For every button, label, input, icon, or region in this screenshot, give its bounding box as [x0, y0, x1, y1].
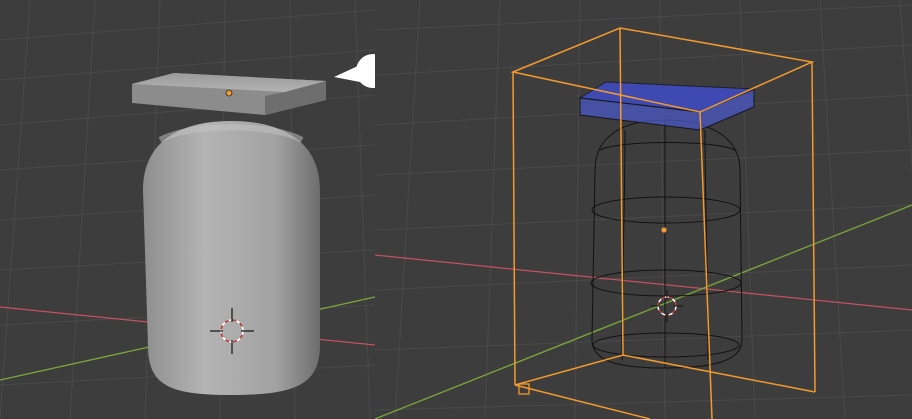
x-axis-line	[375, 254, 912, 311]
origin-dot	[661, 227, 667, 233]
viewport-wireframe-canvas[interactable]	[375, 0, 912, 419]
viewport-solid[interactable]	[0, 0, 375, 419]
y-axis-line	[375, 204, 912, 419]
speech-bubble-icon[interactable]	[334, 54, 375, 88]
lid-slab[interactable]	[132, 73, 326, 115]
origin-dot	[225, 89, 233, 97]
viewport-solid-canvas[interactable]	[0, 0, 375, 419]
3d-cursor-icon[interactable]	[651, 290, 683, 322]
capsule-wireframe[interactable]	[590, 119, 743, 369]
viewport-wireframe[interactable]	[375, 0, 912, 419]
empty-object-icon[interactable]	[518, 383, 530, 395]
lid-slab-selected[interactable]	[578, 81, 755, 131]
